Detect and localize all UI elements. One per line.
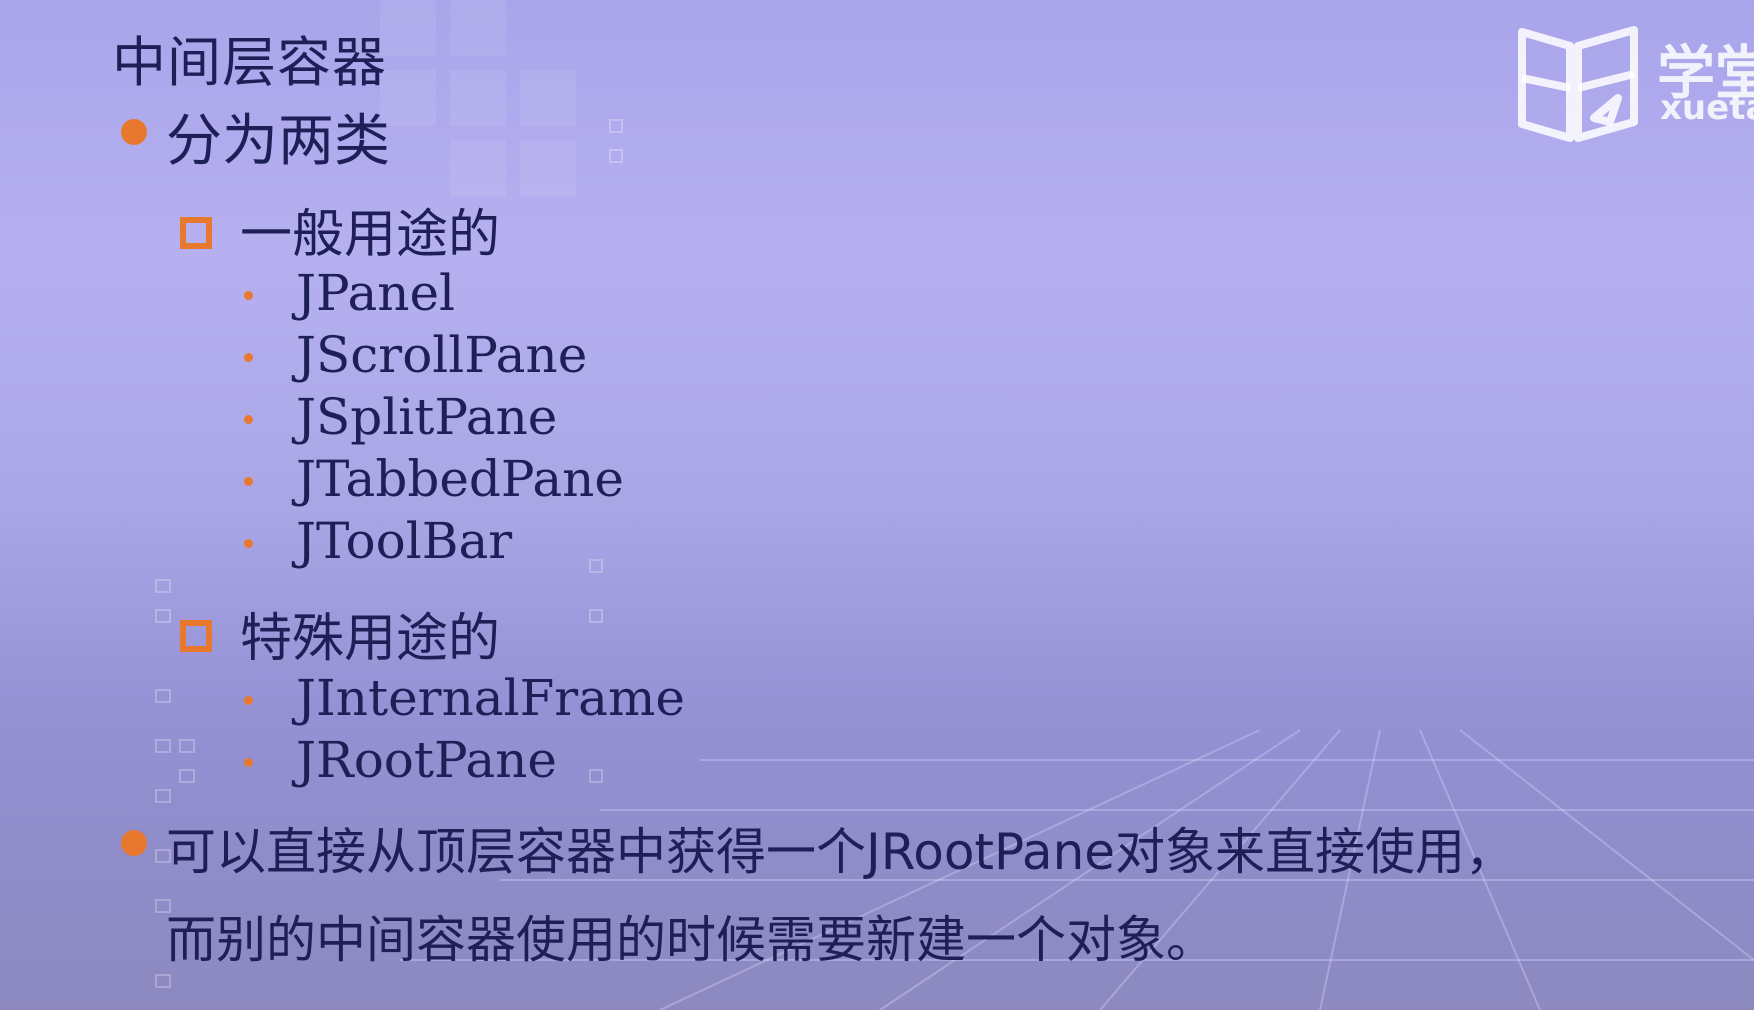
list-item: JTabbedPane xyxy=(296,450,624,508)
paragraph-line-2: 而别的中间容器使用的时候需要新建一个对象。 xyxy=(166,911,1216,969)
item-dot xyxy=(244,539,253,548)
slide: 学堂 xuetang 中间层容器 分为两类 一般用途的 JPanel JScro… xyxy=(0,0,1754,1010)
list-item: JRootPane xyxy=(296,731,557,789)
list-item: JSplitPane xyxy=(296,388,558,446)
logo-subtext: xuetang xyxy=(1660,88,1754,128)
xuetang-logo: 学堂 xuetang xyxy=(1514,22,1754,148)
square-bullet xyxy=(180,620,212,652)
bullet-dot xyxy=(121,830,147,856)
slide-title: 中间层容器 xyxy=(112,31,387,94)
square-bullet xyxy=(180,217,212,249)
list-item: JScrollPane xyxy=(296,326,588,384)
group-special-heading: 特殊用途的 xyxy=(240,609,501,669)
item-dot xyxy=(244,477,253,486)
list-item: JPanel xyxy=(296,264,456,322)
item-dot xyxy=(244,291,253,300)
group-general-heading: 一般用途的 xyxy=(240,205,501,265)
item-dot xyxy=(244,353,253,362)
item-dot xyxy=(244,696,253,705)
item-dot xyxy=(244,415,253,424)
bullet-categories: 分为两类 xyxy=(166,109,390,174)
list-item: JInternalFrame xyxy=(296,669,685,727)
item-dot xyxy=(244,758,253,767)
paragraph-line-1: 可以直接从顶层容器中获得一个JRootPane对象来直接使用， xyxy=(166,823,1516,881)
book-logo-icon xyxy=(1518,26,1638,142)
bullet-dot xyxy=(121,119,147,145)
list-item: JToolBar xyxy=(296,512,513,570)
